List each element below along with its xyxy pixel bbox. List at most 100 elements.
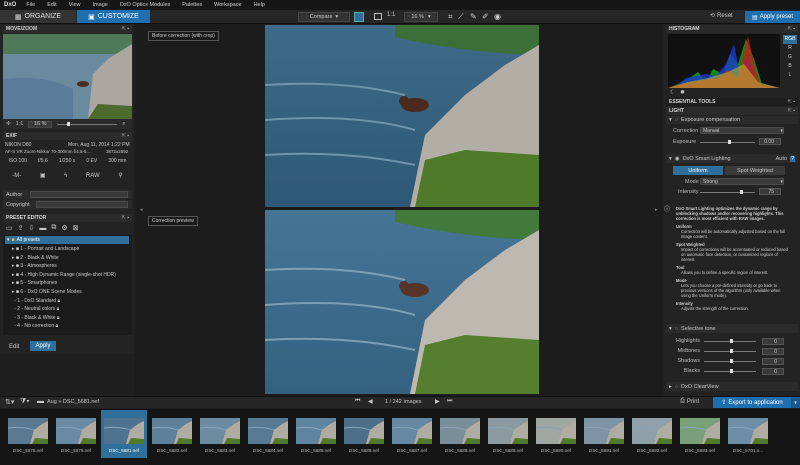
panel-controls-icon[interactable]: ⇱ ▪ [788, 99, 798, 105]
next-image-icon[interactable]: ▶ [435, 398, 440, 405]
new-preset-icon[interactable]: ▭ [6, 224, 13, 232]
prev-image-icon[interactable]: ◀ [368, 398, 373, 405]
exposure-section-header[interactable]: ▾ ◌ Exposure compensation [666, 116, 798, 124]
menu-optics-modules[interactable]: DxO Optics Modules [114, 2, 176, 8]
smart-lighting-header[interactable]: ▾ ◉ DxO Smart Lighting Auto ? [666, 154, 798, 163]
author-field[interactable] [30, 191, 128, 198]
menu-view[interactable]: View [63, 2, 87, 8]
midtones-slider[interactable] [704, 348, 756, 353]
filmstrip-thumbnail[interactable] [200, 418, 240, 444]
filmstrip-thumbnail[interactable] [440, 418, 480, 444]
compare-button[interactable]: Compare ▾ [298, 12, 350, 22]
import-icon[interactable]: ⇪ [18, 224, 24, 232]
exposure-value[interactable]: 0.00 [759, 138, 781, 145]
preset-item[interactable]: ▫ 4 - No correction 🔒︎ [12, 322, 130, 331]
apply-button[interactable]: Apply [30, 341, 56, 351]
export-icon[interactable]: ⇩ [29, 224, 35, 232]
filmstrip-thumbnail[interactable] [680, 418, 720, 444]
channel-b[interactable]: B [783, 62, 797, 71]
before-image[interactable] [265, 25, 539, 207]
midtones-value[interactable]: 0 [762, 347, 784, 355]
filmstrip-thumbnail[interactable] [632, 418, 672, 444]
uniform-button[interactable]: Uniform [673, 166, 723, 175]
filmstrip-thumbnail[interactable] [536, 418, 576, 444]
channel-r[interactable]: R [783, 44, 797, 53]
channel-rgb[interactable]: RGB [783, 35, 797, 44]
preset-folder[interactable]: ▸ ■ 5 - Smartphones [12, 279, 130, 288]
panel-controls-icon[interactable]: ⇱ ▪ [788, 108, 798, 114]
highlight-clip-icon[interactable]: ✹ [680, 89, 685, 96]
preview-image[interactable] [265, 210, 539, 394]
shadows-slider[interactable] [704, 358, 756, 363]
eye-icon[interactable]: ◉ [494, 12, 501, 21]
filmstrip-thumbnail[interactable] [584, 418, 624, 444]
brush-icon[interactable]: ✐ [482, 12, 489, 21]
preset-folder[interactable]: ▸ ■ 1 - Portrait and Landscape [12, 245, 130, 254]
straighten-icon[interactable]: ⟋ [458, 12, 464, 22]
preset-root[interactable]: ▾ ■ All presets [5, 236, 129, 244]
apply-preset-button[interactable]: ▤ Apply preset [745, 11, 800, 23]
split-view-icon[interactable] [354, 12, 364, 22]
customize-tab[interactable]: ▣ CUSTOMIZE [77, 10, 150, 23]
eyedropper-icon[interactable]: ✎ [470, 12, 477, 21]
panel-controls-icon[interactable]: ⇱ ▪ [788, 26, 798, 32]
filmstrip-thumbnail[interactable] [728, 418, 768, 444]
edit-button[interactable]: Edit [5, 342, 23, 351]
preset-folder[interactable]: ▸ ■ 6 - DxO ONE Scene Modes [12, 288, 130, 297]
mode-select[interactable]: Strong ▾ [700, 178, 784, 185]
preset-item[interactable]: ▫ 2 - Neutral colors 🔒︎ [12, 305, 130, 314]
shadow-clip-icon[interactable]: ☾ [670, 89, 675, 96]
filmstrip-thumbnail[interactable] [56, 418, 96, 444]
filmstrip-thumbnail[interactable] [152, 418, 192, 444]
reset-button[interactable]: ⟲ Reset [710, 12, 733, 20]
filmstrip-thumbnail[interactable] [104, 418, 144, 444]
nav-zoom-select[interactable]: 16 % [28, 120, 53, 128]
panel-controls-icon[interactable]: ⇱ ▪ [122, 133, 132, 139]
move-icon[interactable]: ✛ [6, 121, 11, 127]
correction-select[interactable]: Manual ▾ [700, 127, 784, 134]
search-icon[interactable]: ⌕ [122, 121, 125, 128]
help-icon[interactable]: ? [789, 155, 795, 162]
filmstrip-thumbnail[interactable] [248, 418, 288, 444]
panel-controls-icon[interactable]: ⇱ ▪ [122, 26, 132, 32]
ratio-label[interactable]: 1:1 [387, 12, 395, 18]
first-image-icon[interactable]: ⏮ [355, 398, 360, 405]
navigator-thumbnail[interactable] [3, 34, 132, 119]
print-button[interactable]: ⎙ Print [680, 398, 699, 405]
selective-tone-header[interactable]: ▾ ◌ Selective tone [666, 324, 798, 333]
highlights-value[interactable]: 0 [762, 337, 784, 345]
menu-file[interactable]: File [20, 2, 41, 8]
copy-icon[interactable]: ⧉ [51, 224, 56, 232]
fit-screen-icon[interactable] [374, 13, 382, 20]
power-icon[interactable]: ◌ [675, 326, 678, 332]
channel-l[interactable]: L [783, 71, 797, 80]
intensity-slider[interactable] [700, 190, 755, 194]
spot-weighted-button[interactable]: Spot Weighted [725, 166, 785, 175]
intensity-value[interactable]: 75 [759, 188, 781, 195]
clearview-header[interactable]: ▸ ◌ DxO ClearView [666, 382, 798, 391]
filmstrip-thumbnail[interactable] [488, 418, 528, 444]
preset-folder[interactable]: ▸ ■ 2 - Black & White [12, 254, 130, 263]
menu-workspace[interactable]: Workspace [208, 2, 247, 8]
filmstrip-thumbnail[interactable] [344, 418, 384, 444]
collapse-right-icon[interactable]: ▸ [655, 207, 658, 213]
settings-icon[interactable]: ⚙ [61, 224, 67, 232]
preset-item[interactable]: ▫ 3 - Black & White 🔒︎ [12, 314, 130, 323]
breadcrumb[interactable]: Aug » DSC_5681.nef [47, 399, 99, 405]
copyright-field[interactable] [36, 201, 128, 208]
filmstrip-thumbnail[interactable] [296, 418, 336, 444]
delete-icon[interactable]: ⊠ [73, 224, 79, 232]
filmstrip-thumbnail[interactable] [392, 418, 432, 444]
zoom-select[interactable]: 16 % ▾ [404, 12, 438, 22]
organize-tab[interactable]: ▦ ORGANIZE [0, 10, 76, 23]
smart-auto-button[interactable]: Auto [776, 156, 787, 162]
exposure-slider[interactable] [700, 140, 755, 144]
export-dropdown-icon[interactable]: ▾ [791, 397, 800, 408]
folder-icon[interactable]: ▬ [39, 225, 46, 232]
last-image-icon[interactable]: ⏭ [447, 398, 452, 405]
nav-ratio[interactable]: 1:1 [16, 121, 24, 127]
channel-g[interactable]: G [783, 53, 797, 62]
folder-icon[interactable]: ▬ [37, 398, 44, 405]
preset-folder[interactable]: ▸ ■ 4 - High Dynamic Range (single-shot … [12, 271, 130, 280]
blacks-value[interactable]: 0 [762, 367, 784, 375]
